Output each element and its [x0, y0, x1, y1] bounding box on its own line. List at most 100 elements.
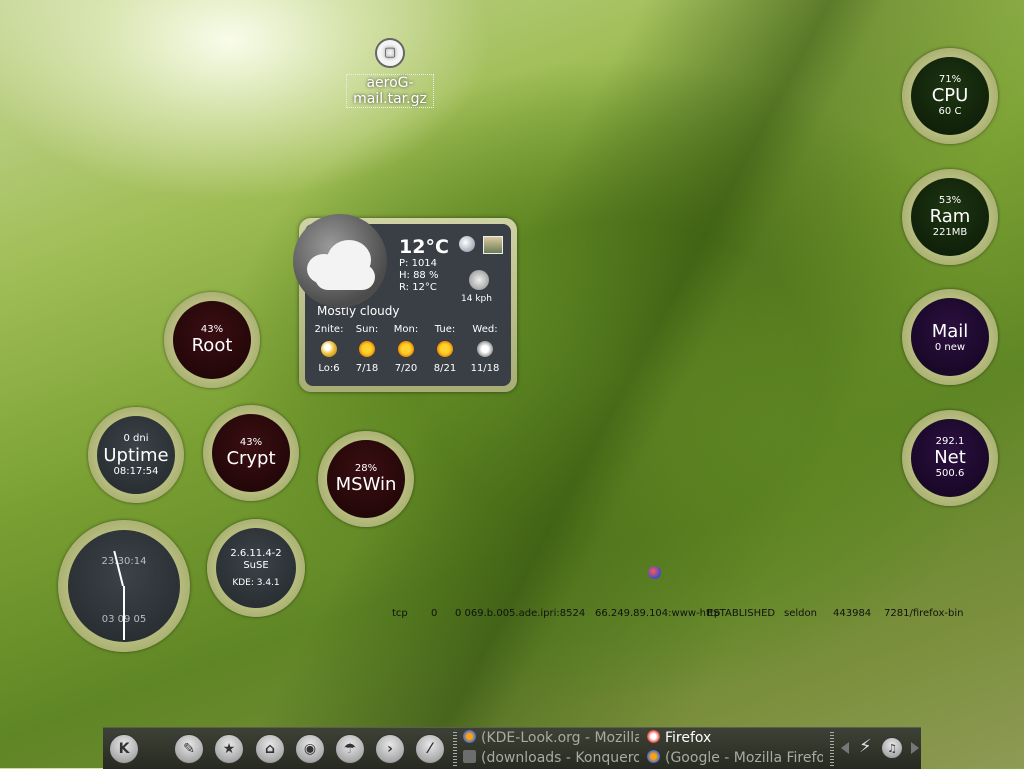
- forecast-temps: Lo:6: [318, 363, 340, 374]
- clock-widget[interactable]: 23:30:14 03 09 05: [58, 520, 190, 652]
- notepad-icon[interactable]: ✎: [174, 734, 204, 764]
- root-meter[interactable]: 43% Root: [164, 292, 260, 388]
- firefox-icon: [647, 750, 660, 763]
- task-label: (downloads - Konqueror): [481, 750, 639, 766]
- firefox-icon[interactable]: ◉: [295, 734, 325, 764]
- net-meter[interactable]: 292.1 Net 500.6: [902, 410, 998, 506]
- map-icon[interactable]: [483, 236, 503, 254]
- task-kde-look[interactable]: (KDE-Look.org - Mozilla: [463, 729, 639, 747]
- root-percent: 43%: [200, 324, 224, 335]
- task-google[interactable]: (Google - Mozilla Firefox: [647, 749, 823, 767]
- netstat-user: seldon: [784, 608, 817, 619]
- net-upload: 292.1: [935, 436, 965, 447]
- forecast-temps: 7/18: [355, 363, 379, 374]
- uptime-time: 08:17:54: [113, 465, 159, 477]
- crypt-percent: 43%: [239, 437, 263, 448]
- weather-temperature: 12°C: [399, 236, 449, 258]
- forecast-day-label: Wed:: [472, 324, 498, 335]
- mail-meter[interactable]: Mail 0 new: [902, 289, 998, 385]
- root-label: Root: [191, 335, 233, 356]
- weather-widget[interactable]: 12°C P: 1014 H: 88 % R: 12°C 14 kph Most…: [293, 214, 517, 392]
- globe-icon[interactable]: [459, 236, 475, 252]
- forecast-day: Wed: 11/18: [466, 324, 504, 374]
- wind-speed: 14 kph: [461, 294, 492, 304]
- forecast-day-label: Tue:: [434, 324, 456, 335]
- terminal-icon[interactable]: ›: [375, 734, 405, 764]
- mail-count: 0 new: [934, 341, 966, 353]
- forecast-day: Sun: 7/18: [348, 324, 386, 374]
- kde-version: KDE: 3.4.1: [232, 577, 280, 588]
- ram-label: Ram: [929, 206, 971, 227]
- scroll-left-icon[interactable]: [841, 742, 849, 754]
- network-monitor-icon[interactable]: [648, 566, 661, 579]
- network-connection-icon[interactable]: ⚡: [859, 736, 881, 758]
- distro-name: SuSE: [243, 559, 269, 571]
- forecast-day: 2nite: Lo:6: [310, 324, 348, 374]
- netstat-proto: tcp: [392, 608, 408, 619]
- forecast-temps: 7/20: [394, 363, 418, 374]
- taskbar-grip[interactable]: [830, 732, 834, 766]
- kernel-version: 2.6.11.4-2: [230, 547, 282, 559]
- net-label: Net: [934, 447, 966, 468]
- hourglass-icon: [647, 730, 660, 743]
- mail-label: Mail: [931, 320, 969, 342]
- sun-icon: [398, 341, 414, 357]
- netstat-inode: 443984: [833, 608, 872, 619]
- scroll-right-icon[interactable]: [911, 742, 919, 754]
- task-konqueror[interactable]: (downloads - Konqueror): [463, 749, 639, 767]
- weather-humidity: H: 88 %: [399, 270, 439, 281]
- cloud-rain-icon: [477, 341, 493, 357]
- forecast-day: Tue: 8/21: [426, 324, 464, 374]
- forecast-temps: 8/21: [433, 363, 457, 374]
- ram-meter[interactable]: 53% Ram 221MB: [902, 169, 998, 265]
- kmenu-button[interactable]: K: [109, 734, 139, 764]
- uptime-meter[interactable]: 0 dni Uptime 08:17:54: [88, 407, 184, 503]
- net-download: 500.6: [935, 468, 965, 479]
- forecast-day-label: Sun:: [355, 324, 379, 335]
- firefox-icon: [463, 730, 476, 743]
- forecast-day: Mon: 7/20: [387, 324, 425, 374]
- sysinfo-widget[interactable]: 2.6.11.4-2 SuSE KDE: 3.4.1: [207, 519, 305, 617]
- desktop-file-icon[interactable]: ▢ aeroG-mail.tar.gz: [346, 38, 434, 108]
- ram-percent: 53%: [938, 195, 962, 206]
- task-label: Firefox: [665, 730, 712, 746]
- taskbar-grip[interactable]: [453, 732, 457, 766]
- taskbar: K ✎ ★ ⌂ ◉ ☂ › ⁄ (KDE-Look.org - Mozilla …: [103, 727, 921, 769]
- task-label: (Google - Mozilla Firefox: [665, 750, 823, 766]
- forecast-temps: 11/18: [470, 363, 500, 374]
- folder-icon: [463, 750, 476, 763]
- mswin-label: MSWin: [335, 474, 397, 495]
- cpu-meter[interactable]: 71% CPU 60 C: [902, 48, 998, 144]
- netstat-program: 7281/firefox-bin: [884, 608, 964, 619]
- forecast-day-label: 2nite:: [314, 324, 344, 335]
- weather-pressure: P: 1014: [399, 258, 438, 269]
- weather-realfeel: R: 12°C: [399, 282, 437, 293]
- ram-used: 221MB: [932, 227, 968, 238]
- netstat-state: ESTABLISHED: [707, 608, 776, 619]
- netstat-queue: 0: [431, 608, 438, 619]
- cpu-temp: 60 C: [938, 106, 962, 117]
- sun-icon: [437, 341, 453, 357]
- network-icon[interactable]: ☂: [335, 734, 365, 764]
- cloudy-weather-icon: [293, 214, 387, 308]
- mswin-meter[interactable]: 28% MSWin: [318, 431, 414, 527]
- forecast-day-label: Mon:: [393, 324, 419, 335]
- uptime-label: Uptime: [103, 444, 169, 466]
- tools-icon[interactable]: ⁄: [415, 734, 445, 764]
- desktop-file-label: aeroG-mail.tar.gz: [346, 74, 434, 108]
- archive-file-icon: ▢: [375, 38, 405, 68]
- home-icon[interactable]: ⌂: [255, 734, 285, 764]
- star-icon[interactable]: ★: [214, 734, 244, 764]
- cpu-label: CPU: [931, 85, 969, 106]
- crypt-meter[interactable]: 43% Crypt: [203, 405, 299, 501]
- night-weather-icon: [321, 341, 337, 357]
- wind-direction-icon: [469, 270, 489, 290]
- sun-icon: [359, 341, 375, 357]
- music-icon[interactable]: ♫: [881, 737, 903, 759]
- task-label: (KDE-Look.org - Mozilla: [481, 730, 639, 746]
- task-firefox[interactable]: Firefox: [647, 729, 817, 747]
- netstat-remote-address: 66.249.89.104:www-http: [595, 608, 721, 619]
- cpu-percent: 71%: [938, 74, 962, 85]
- clock-minute-hand: [123, 586, 125, 640]
- netstat-local-address: 0 069.b.005.ade.ipri:8524: [455, 608, 586, 619]
